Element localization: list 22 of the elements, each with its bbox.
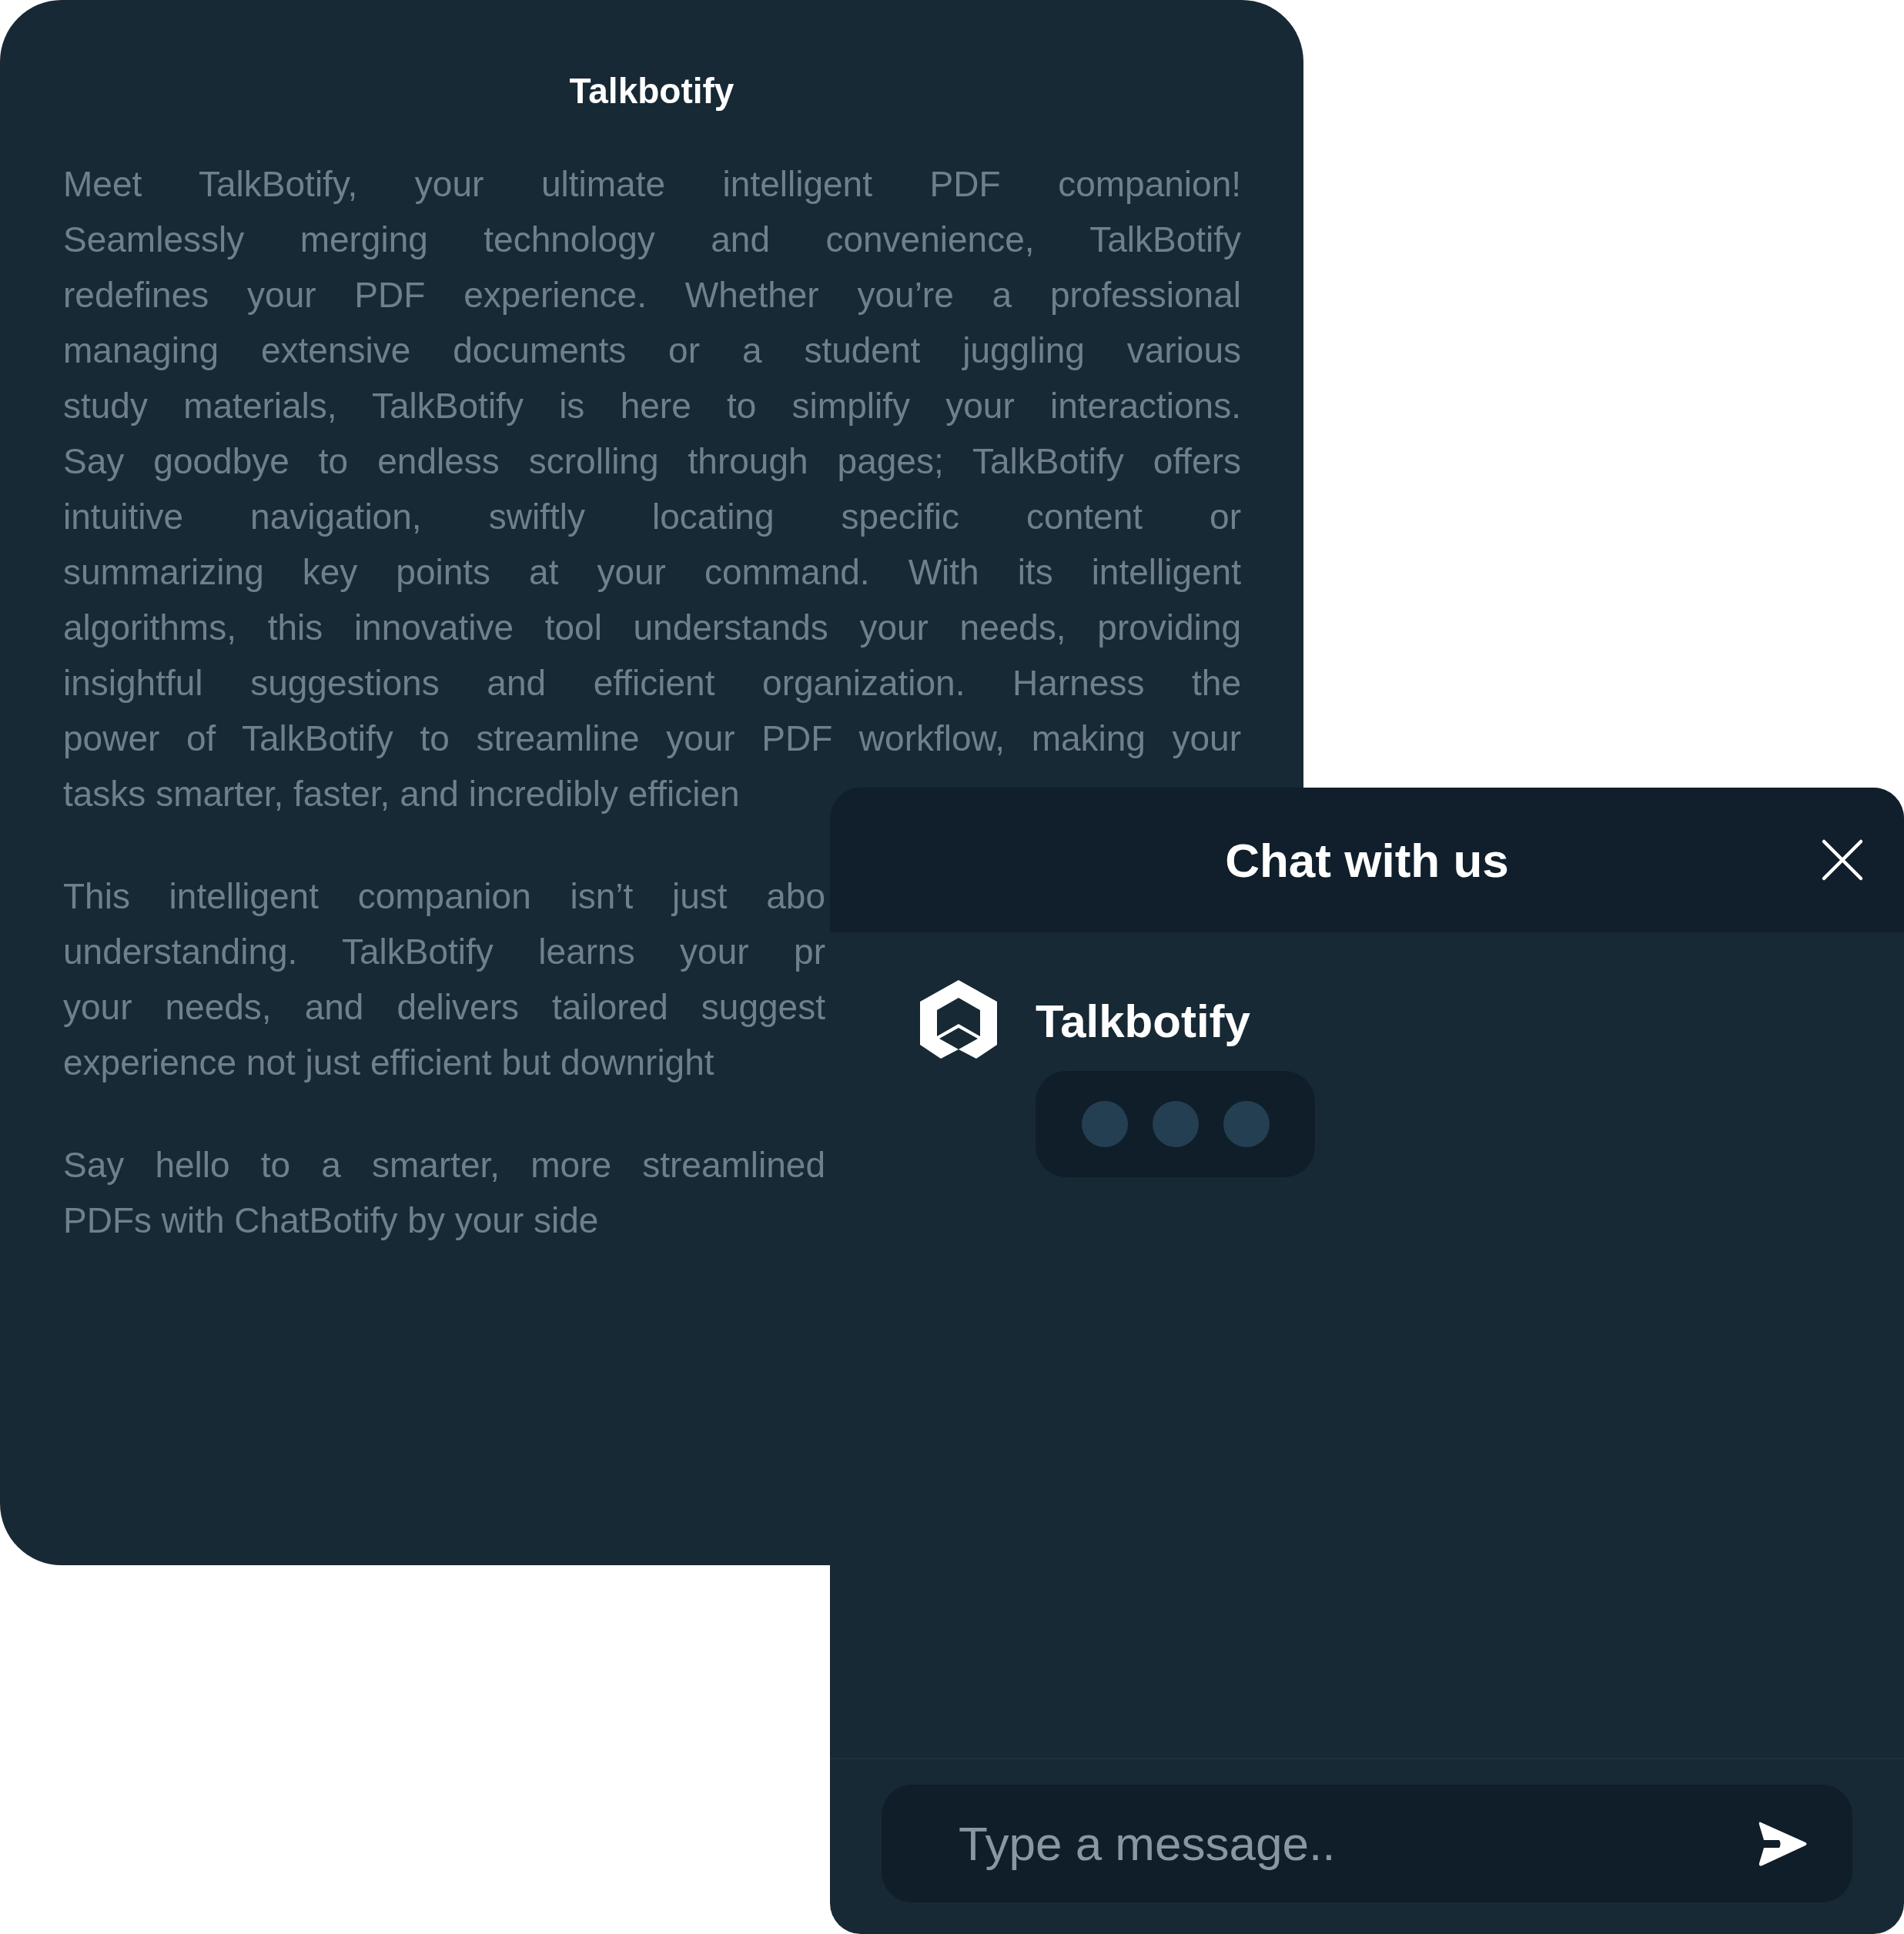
text-line: power of TalkBotify to streamline your PDF workflow, making your [63, 718, 1241, 760]
text-line: redefines your PDF experience. Whether you’re a professional [63, 274, 1241, 316]
text-line: algorithms, this innovative tool understands your needs, providing [63, 607, 1241, 649]
chat-title: Chat with us [1225, 832, 1509, 888]
text-line: managing extensive documents or a student juggling various [63, 330, 1241, 372]
text-line: PDFs with ChatBotify by your side [63, 1200, 600, 1242]
document-title: Talkbotify [568, 70, 735, 112]
text-line: Say goodbye to endless scrolling through pages; TalkBotify offers [63, 440, 1241, 483]
text-line: Meet TalkBotify, your ultimate intelligent PDF companion! [63, 163, 1241, 206]
text-line: This intelligent companion isn’t just abo [63, 875, 825, 918]
text-line: summarizing key points at your command. With its intelligent [63, 551, 1241, 594]
text-line: Say hello to a smarter, more streamlined [63, 1144, 825, 1186]
text-line: study materials, TalkBotify is here to simplify your interactions. [63, 385, 1241, 427]
message-field[interactable]: Type a message.. [882, 1785, 1852, 1902]
text-line: intuitive navigation, swiftly locating specific content or [63, 496, 1241, 538]
text-line: tasks smarter, faster, and incredibly efficien [63, 773, 741, 815]
text-line: your needs, and delivers tailored suggest [63, 986, 825, 1029]
bot-name: Talkbotify [1036, 994, 1250, 1048]
text-line: Seamlessly merging technology and convenience, TalkBotify [63, 219, 1241, 261]
text-line: understanding. TalkBotify learns your pr [63, 931, 825, 973]
text-line: experience not just efficient but downright [63, 1042, 715, 1084]
text-line: insightful suggestions and efficient organization. Harness the [63, 662, 1241, 704]
